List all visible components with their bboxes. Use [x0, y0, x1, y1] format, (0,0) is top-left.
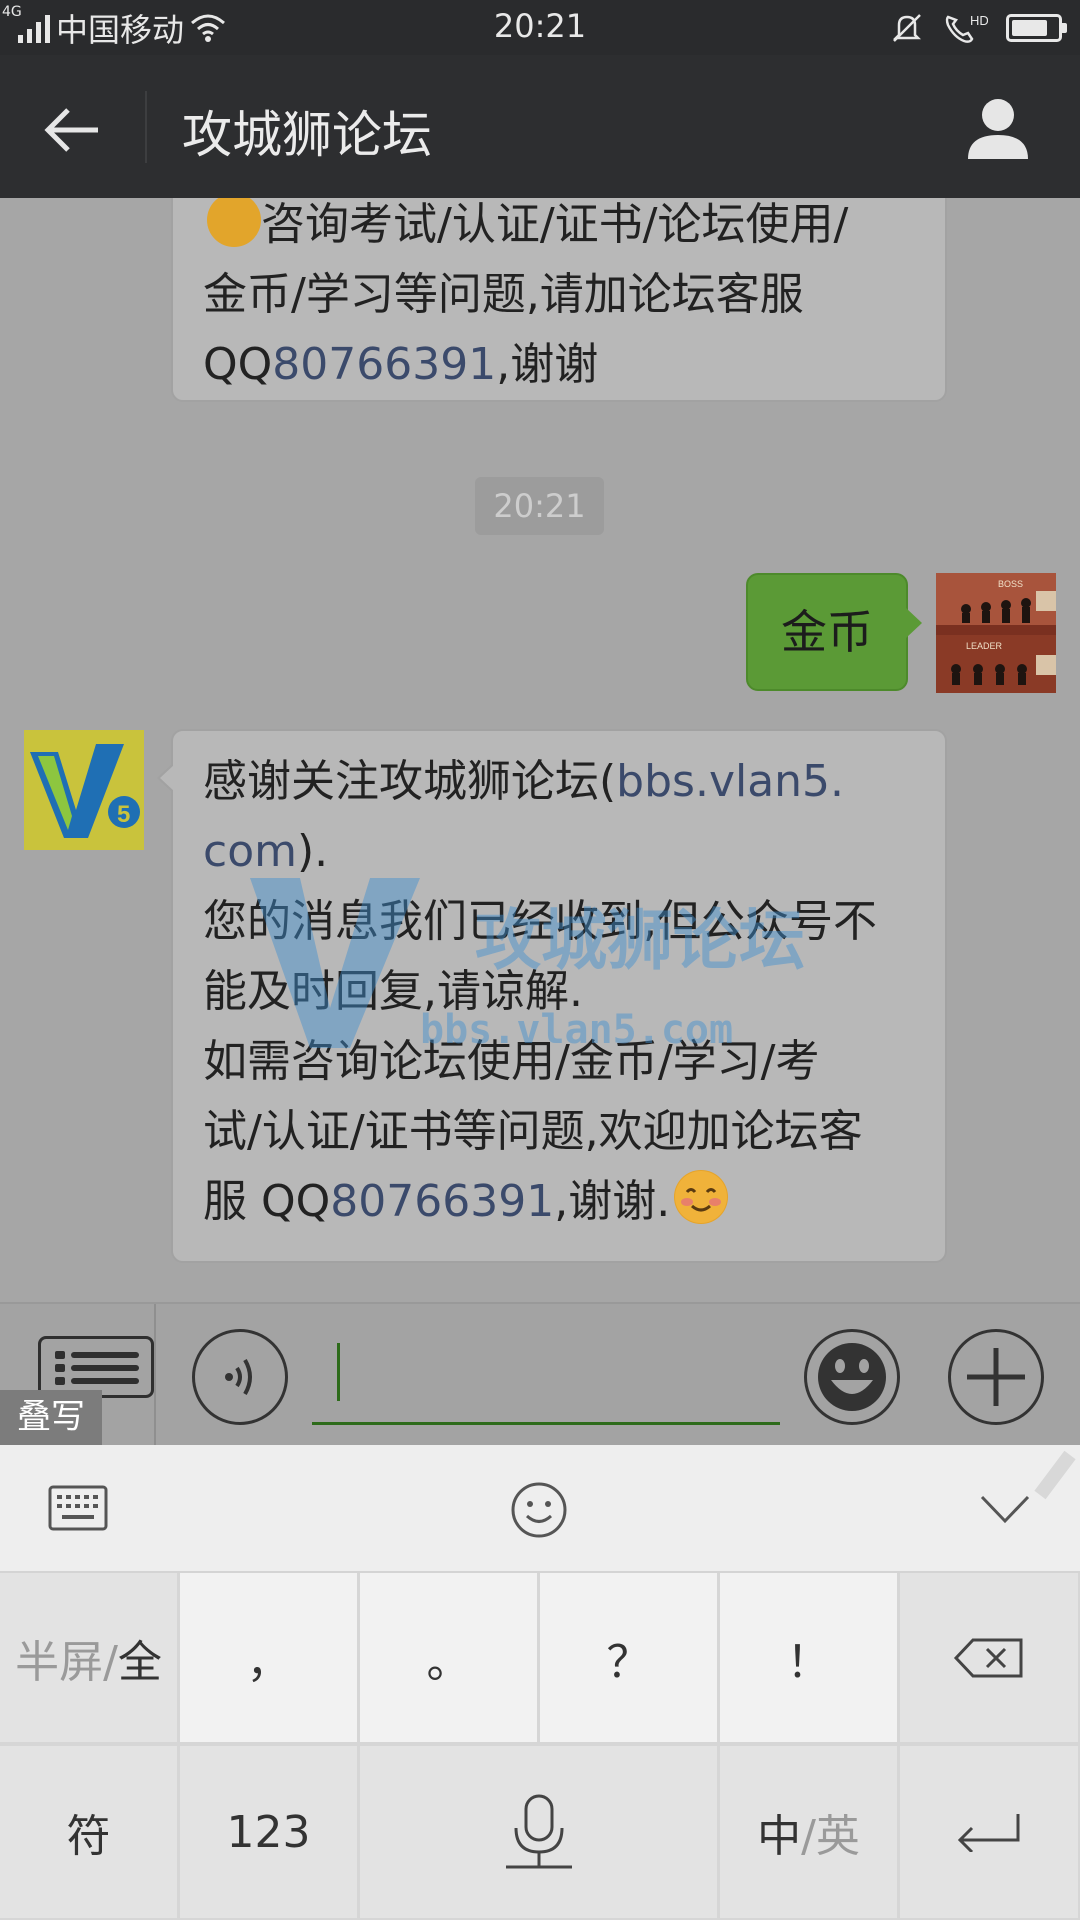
message-line: ,谢谢: [496, 339, 599, 390]
question-key[interactable]: ？: [540, 1573, 719, 1744]
message-input[interactable]: [312, 1329, 780, 1425]
exclaim-key[interactable]: ！: [720, 1573, 899, 1744]
svg-text:HD: HD: [970, 13, 988, 28]
status-bar: 4G 中国移动 20:21 HD: [0, 0, 1080, 55]
key-label: /英: [801, 1811, 860, 1862]
message-line: ,谢谢.: [554, 1176, 671, 1227]
svg-text:LEADER: LEADER: [966, 641, 1003, 651]
header-divider: [145, 91, 147, 163]
key-label: 半屏/: [15, 1636, 118, 1688]
emoji-smile-icon[interactable]: [510, 1481, 568, 1539]
period-key[interactable]: 。: [360, 1573, 539, 1744]
message-bubble-previous[interactable]: 咨询考试/认证/证书/论坛使用/ 金币/学习等问题,请加论坛客服 QQ80766…: [171, 198, 947, 402]
message-line: 金币/学习等问题,请加论坛客服: [203, 269, 804, 320]
enter-arrow-icon: [957, 1814, 1020, 1852]
message-line: 服 QQ: [203, 1176, 331, 1227]
v5-logo-icon: V5 5: [24, 730, 144, 850]
avatar-image: BOSS LEADER: [936, 573, 1056, 693]
sogou-logo-icon: [1034, 1450, 1076, 1500]
message-line: 能及时回复,请谅解.: [203, 966, 583, 1017]
wink-emoji-icon: [207, 198, 261, 247]
back-arrow-icon[interactable]: [38, 95, 108, 165]
message-line: QQ: [203, 339, 273, 390]
language-switch-key[interactable]: 中/英: [720, 1746, 899, 1920]
message-line: 如需咨询论坛使用/金币/学习/考: [203, 1036, 820, 1087]
timestamp-badge: 20:21: [475, 477, 604, 535]
text-caret: [337, 1343, 340, 1401]
svg-text:BOSS: BOSS: [998, 579, 1023, 589]
key-label: 全: [117, 1636, 162, 1688]
svg-text:5: 5: [117, 801, 130, 828]
half-full-screen-key[interactable]: 半屏/全: [0, 1573, 179, 1744]
hd-call-icon: HD: [945, 13, 988, 43]
message-line: 感谢关注攻城狮论坛(: [203, 756, 617, 807]
forum-url-link-cont[interactable]: com: [203, 826, 297, 877]
silent-bell-icon: [892, 14, 922, 42]
reply-message-bubble[interactable]: 感谢关注攻城狮论坛(bbs.vlan5. com). 您的消息我们已经收到,但公…: [157, 729, 947, 1263]
comma-key[interactable]: ，: [180, 1573, 359, 1744]
enter-key[interactable]: [900, 1746, 1080, 1920]
numbers-key[interactable]: 123: [180, 1746, 359, 1920]
microphone-icon: [505, 1794, 572, 1869]
sent-message-bubble[interactable]: 金币: [746, 573, 922, 691]
chevron-down-icon[interactable]: [978, 1491, 1032, 1527]
emoji-face-icon[interactable]: [804, 1329, 900, 1425]
input-bar: 叠写: [0, 1302, 1080, 1447]
backspace-key[interactable]: [900, 1573, 1080, 1744]
symbols-key[interactable]: 符: [0, 1746, 179, 1920]
message-line: 咨询考试/认证/证书/论坛使用/: [261, 199, 849, 250]
chat-header: 攻城狮论坛: [0, 55, 1080, 198]
keyboard-toolbar: [0, 1445, 1080, 1573]
qq-number-link[interactable]: 80766391: [272, 339, 496, 390]
official-account-avatar[interactable]: V5 5: [24, 730, 144, 850]
input-divider: [154, 1304, 156, 1447]
plus-icon[interactable]: [948, 1329, 1044, 1425]
page-title: 攻城狮论坛: [182, 106, 432, 164]
keyboard-keys: 半屏/全 ， 。 ？ ！ 符 123 中/英: [0, 1573, 1080, 1920]
message-line: ).: [296, 826, 329, 877]
message-line: 试/认证/证书等问题,欢迎加论坛客: [203, 1106, 863, 1157]
overlay-write-tag[interactable]: 叠写: [0, 1390, 102, 1445]
battery-icon: [1006, 14, 1067, 42]
chat-area[interactable]: 咨询考试/认证/证书/论坛使用/ 金币/学习等问题,请加论坛客服 QQ80766…: [0, 198, 1080, 1302]
qq-number-link[interactable]: 80766391: [330, 1176, 554, 1227]
smile-emoji-icon: [674, 1170, 729, 1224]
backspace-icon: [953, 1638, 1023, 1677]
voice-key[interactable]: [360, 1746, 719, 1920]
message-line: 您的消息我们已经收到,但公众号不: [203, 896, 877, 947]
forum-url-link[interactable]: bbs.vlan5.: [616, 756, 844, 807]
my-avatar[interactable]: BOSS LEADER: [936, 573, 1056, 693]
key-label: 中: [757, 1811, 802, 1862]
voice-input-icon[interactable]: [192, 1329, 288, 1425]
keyboard-icon[interactable]: [48, 1483, 108, 1533]
person-icon[interactable]: [964, 95, 1032, 163]
menu-list-icon[interactable]: [38, 1336, 154, 1398]
